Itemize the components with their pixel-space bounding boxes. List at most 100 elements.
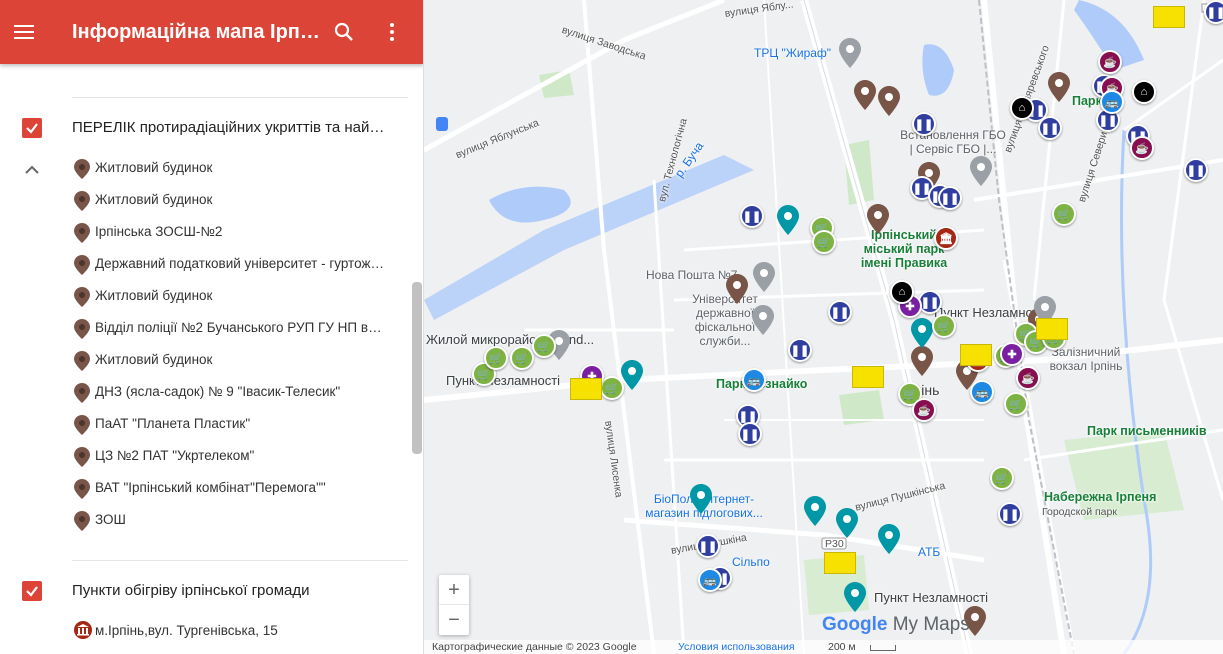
layer-title-heating[interactable]: Пункти обігріву ірпінської громади — [72, 581, 392, 601]
sidebar: Інформаційна мапа Ірпінської громади ПЕР… — [0, 0, 424, 654]
shopping-cart-marker[interactable]: 🛒 — [932, 314, 956, 338]
shopping-cart-marker[interactable]: 🛒 — [510, 346, 534, 370]
landmark-icon: 🏛 — [939, 232, 953, 245]
warmth-point-badge-icon[interactable] — [960, 344, 992, 366]
list-item[interactable]: Житловий будинок — [72, 280, 392, 312]
transport-marker[interactable]: 🚌 — [698, 568, 722, 592]
transport-marker[interactable]: 🚌 — [742, 368, 766, 392]
poi-marker[interactable] — [839, 38, 861, 68]
search-icon[interactable] — [332, 20, 356, 44]
scale-bar — [870, 645, 896, 651]
shopping-cart-icon: 🛒 — [605, 382, 619, 395]
layer-title-shelters[interactable]: ПЕРЕЛІК протирадіаційних укриттів та най… — [72, 118, 392, 138]
transport-icon: 🚌 — [975, 386, 989, 399]
home-marker[interactable]: ⌂ — [1132, 80, 1156, 104]
pin-marker[interactable] — [690, 484, 712, 514]
water-supply-marker[interactable]: ❚❚ — [938, 186, 962, 210]
cafe-marker[interactable]: ☕ — [1098, 50, 1122, 74]
landmark-marker[interactable]: 🏛 — [934, 226, 958, 250]
pin-marker[interactable] — [621, 360, 643, 390]
shelter-marker[interactable] — [867, 204, 889, 234]
shelter-marker[interactable] — [854, 80, 876, 110]
pin-marker[interactable] — [804, 496, 826, 526]
list-item-label: Відділ поліції №2 Бучанського РУП ГУ НП … — [95, 320, 385, 335]
list-item[interactable]: ВАТ "Ірпінський комбінат"Перемога"" — [72, 472, 392, 504]
list-item[interactable]: м.Ірпінь,вул. Тургенівська, 15 — [72, 615, 392, 647]
shopping-cart-marker[interactable]: 🛒 — [600, 376, 624, 400]
list-item[interactable]: ДНЗ (ясла-садок) № 9 "Івасик-Телесик" — [72, 376, 392, 408]
warmth-point-badge-icon[interactable] — [1153, 6, 1185, 28]
pin-marker[interactable] — [844, 582, 866, 612]
list-item[interactable]: Житловий будинок — [72, 152, 392, 184]
pin-marker[interactable] — [911, 318, 933, 348]
shopping-cart-marker[interactable]: 🛒 — [532, 334, 556, 358]
pin-marker[interactable] — [836, 508, 858, 538]
transport-marker[interactable]: 🚌 — [1100, 90, 1124, 114]
google-logo: Google — [822, 614, 888, 635]
shopping-cart-marker[interactable]: 🛒 — [1004, 392, 1028, 416]
transport-icon: 🚌 — [703, 574, 717, 587]
pin-marker[interactable] — [878, 524, 900, 554]
chevron-up-icon[interactable] — [22, 160, 42, 180]
shelter-marker[interactable] — [1048, 72, 1070, 102]
poi-marker[interactable] — [753, 262, 775, 292]
terms-link[interactable]: Условия использования — [678, 641, 795, 653]
list-item[interactable]: Державний податковий університет - гурто… — [72, 248, 392, 280]
list-item[interactable]: ЗОШ — [72, 504, 392, 536]
cafe-icon: ☕ — [1021, 372, 1035, 385]
map-canvas[interactable]: вулиця Яблу... вулиця Заводська ТРЦ "Жираф… — [424, 0, 1223, 654]
list-item[interactable]: ЦЗ №2 ПАТ "Укртелеком" — [72, 440, 392, 472]
cafe-icon: ☕ — [1103, 56, 1117, 69]
scrollbar[interactable] — [412, 282, 422, 454]
warmth-point-badge-icon[interactable] — [1036, 318, 1068, 340]
map-label-nova-poshta: Нова Пошта №7 — [646, 268, 738, 282]
map-copyright: Картографические данные © 2023 Google — [432, 641, 637, 653]
warmth-point-badge-icon[interactable] — [852, 366, 884, 388]
list-item[interactable]: Житловий будинок — [72, 344, 392, 376]
shopping-cart-marker[interactable]: 🛒 — [990, 466, 1014, 490]
poi-marker[interactable] — [752, 305, 774, 335]
water-supply-marker[interactable]: ❚❚ — [696, 534, 720, 558]
shopping-cart-marker[interactable]: 🛒 — [484, 346, 508, 370]
pin-marker[interactable] — [777, 205, 799, 235]
transport-marker[interactable]: 🚌 — [970, 380, 994, 404]
shopping-cart-icon: 🛒 — [1009, 398, 1023, 411]
water-supply-marker[interactable]: ❚❚ — [788, 338, 812, 362]
zoom-in-button[interactable]: + — [439, 575, 469, 605]
warmth-point-badge-icon[interactable] — [824, 552, 856, 574]
list-item[interactable]: Житловий будинок — [72, 184, 392, 216]
layer-checkbox-heating[interactable] — [22, 581, 42, 601]
water-supply-marker[interactable]: ❚❚ — [912, 112, 936, 136]
poi-marker[interactable] — [970, 156, 992, 186]
warmth-point-badge-icon[interactable] — [570, 378, 602, 400]
water-supply-marker[interactable]: ❚❚ — [740, 204, 764, 228]
cafe-marker[interactable]: ☕ — [1016, 366, 1040, 390]
zoom-control: + − — [439, 575, 469, 635]
list-item[interactable]: Ірпінська ЗОСШ-№2 — [72, 216, 392, 248]
water-supply-marker[interactable]: ❚❚ — [828, 300, 852, 324]
place-pin-icon — [74, 351, 90, 371]
cafe-marker[interactable]: ☕ — [912, 398, 936, 422]
aid-marker[interactable]: ✚ — [1000, 342, 1024, 366]
water-supply-marker[interactable]: ❚❚ — [1038, 116, 1062, 140]
place-pin-icon — [74, 319, 90, 339]
layer-checkbox-shelters[interactable] — [22, 118, 42, 138]
shopping-cart-marker[interactable]: 🛒 — [1052, 202, 1076, 226]
shopping-cart-marker[interactable]: 🛒 — [812, 230, 836, 254]
water-supply-marker[interactable]: ❚❚ — [1204, 0, 1223, 24]
water-supply-marker[interactable]: ❚❚ — [998, 502, 1022, 526]
home-marker[interactable]: ⌂ — [890, 280, 914, 304]
shelter-marker[interactable] — [878, 86, 900, 116]
list-item[interactable]: Відділ поліції №2 Бучанського РУП ГУ НП … — [72, 312, 392, 344]
menu-icon[interactable] — [12, 20, 36, 44]
shelter-marker[interactable] — [911, 346, 933, 376]
shelter-marker[interactable] — [726, 274, 748, 304]
more-vert-icon[interactable] — [380, 20, 404, 44]
home-marker[interactable]: ⌂ — [1010, 96, 1034, 120]
cafe-marker[interactable]: ☕ — [1130, 136, 1154, 160]
zoom-out-button[interactable]: − — [439, 605, 469, 635]
list-item[interactable]: ПаАТ "Планета Пластик" — [72, 408, 392, 440]
water-supply-marker[interactable]: ❚❚ — [1184, 158, 1208, 182]
water-supply-marker[interactable]: ❚❚ — [738, 422, 762, 446]
water-supply-icon: ❚❚ — [698, 540, 718, 553]
